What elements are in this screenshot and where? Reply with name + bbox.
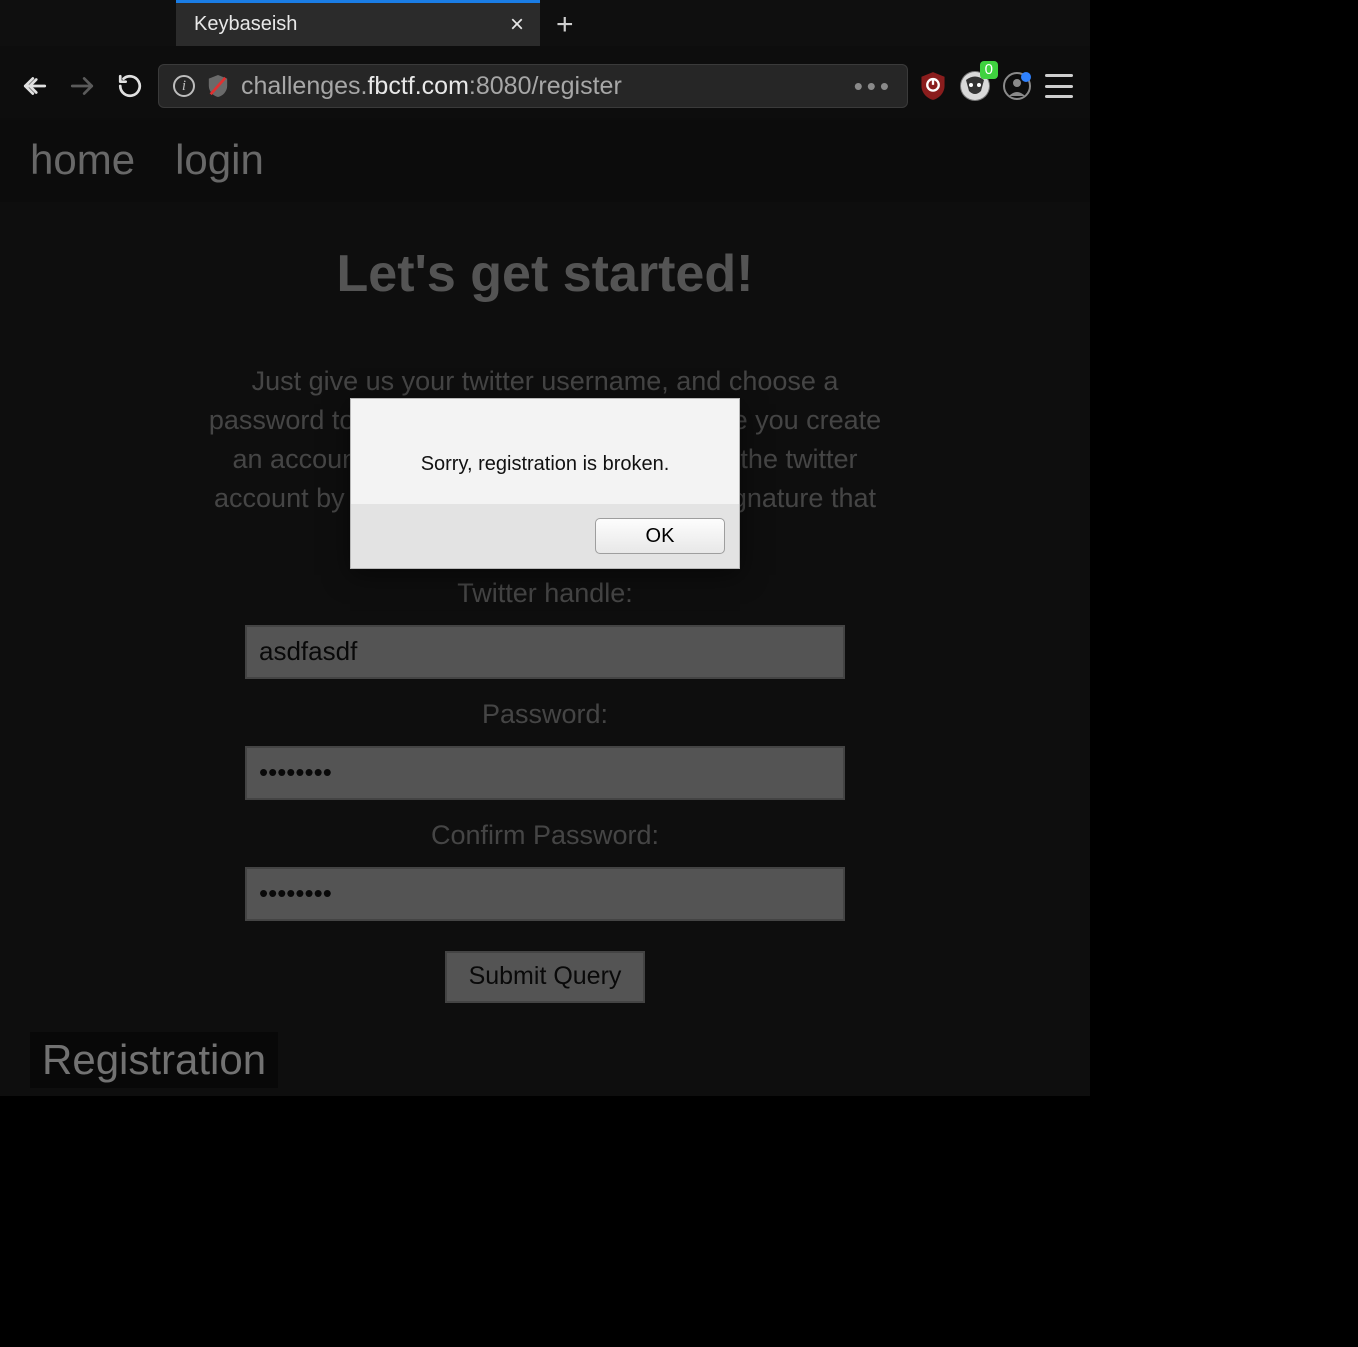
- submit-button[interactable]: Submit Query: [445, 951, 645, 1003]
- url-host: fbctf.com: [367, 72, 468, 100]
- new-tab-button[interactable]: +: [556, 10, 574, 40]
- password-input[interactable]: [245, 746, 845, 800]
- ublock-extension-icon[interactable]: [916, 69, 950, 103]
- browser-tab[interactable]: Keybaseish ×: [176, 0, 540, 46]
- site-info-icon[interactable]: i: [173, 75, 195, 97]
- reload-button[interactable]: [110, 66, 150, 106]
- alert-dialog: Sorry, registration is broken. OK: [350, 398, 740, 569]
- app-menu-button[interactable]: [1042, 69, 1076, 103]
- section-title: Registration: [30, 1032, 278, 1088]
- site-nav: home login: [0, 118, 1090, 202]
- alert-message: Sorry, registration is broken.: [351, 399, 739, 504]
- back-button[interactable]: [14, 66, 54, 106]
- confirm-password-label: Confirm Password:: [235, 820, 855, 851]
- nav-home-link[interactable]: home: [30, 136, 135, 184]
- nav-toolbar: i challenges.fbctf.com:8080/register •••…: [0, 58, 1090, 114]
- url-pre: challenges.: [241, 72, 367, 100]
- tracking-protection-icon[interactable]: [207, 74, 229, 98]
- confirm-password-input[interactable]: [245, 867, 845, 921]
- twitter-label: Twitter handle:: [235, 578, 855, 609]
- url-bar[interactable]: i challenges.fbctf.com:8080/register •••: [158, 64, 908, 108]
- privacy-badger-extension-icon[interactable]: 0: [958, 69, 992, 103]
- forward-button[interactable]: [62, 66, 102, 106]
- alert-ok-button[interactable]: OK: [595, 518, 725, 554]
- registration-form: Twitter handle: Password: Confirm Passwo…: [235, 578, 855, 1003]
- browser-window: Keybaseish × + i challenges.fbctf.com:80…: [0, 0, 1090, 1096]
- page-headline: Let's get started!: [0, 244, 1090, 304]
- password-label: Password:: [235, 699, 855, 730]
- firefox-account-icon[interactable]: [1000, 69, 1034, 103]
- url-text: challenges.fbctf.com:8080/register: [241, 72, 622, 101]
- extension-badge: 0: [980, 61, 998, 79]
- tab-title: Keybaseish: [194, 13, 297, 36]
- close-tab-icon[interactable]: ×: [510, 13, 524, 37]
- page-actions-icon[interactable]: •••: [854, 71, 893, 102]
- page-content: home login Let's get started! Just give …: [0, 118, 1090, 1096]
- tab-bar: Keybaseish × +: [0, 0, 1090, 46]
- nav-login-link[interactable]: login: [175, 136, 264, 184]
- twitter-input[interactable]: [245, 625, 845, 679]
- url-path: :8080/register: [469, 72, 622, 100]
- hamburger-icon: [1045, 74, 1073, 98]
- alert-footer: OK: [351, 504, 739, 568]
